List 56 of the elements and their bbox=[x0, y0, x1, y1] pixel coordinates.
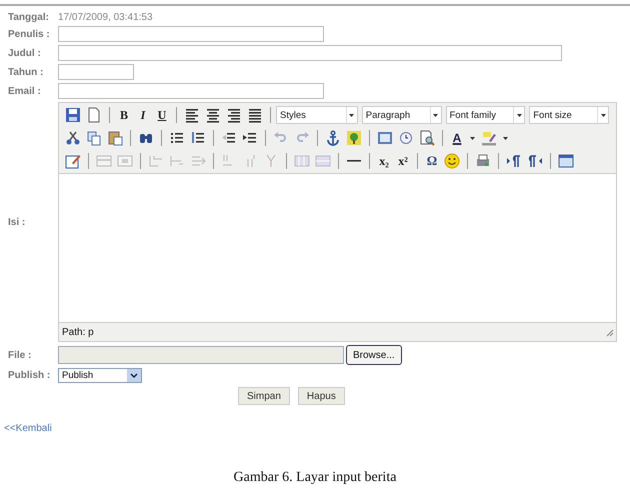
form-button[interactable]: Simpan bbox=[238, 387, 290, 405]
date-value: 17/07/2009, 03:41:53 bbox=[58, 12, 154, 23]
edit-icon[interactable] bbox=[65, 153, 81, 169]
form-button[interactable]: Hapus bbox=[298, 387, 345, 405]
numbered-list-icon[interactable] bbox=[190, 130, 206, 146]
smiley-icon[interactable] bbox=[444, 153, 460, 169]
field-label: Email : bbox=[8, 86, 42, 96]
field-label: Isi : bbox=[8, 216, 26, 228]
input-field[interactable] bbox=[58, 45, 562, 61]
field-label: Publish : bbox=[8, 370, 52, 381]
field-label: Judul : bbox=[8, 48, 42, 58]
printer-icon[interactable] bbox=[475, 153, 491, 169]
image-icon[interactable] bbox=[346, 130, 362, 146]
field-label: Tahun : bbox=[8, 66, 44, 78]
field-label: File : bbox=[8, 350, 32, 360]
save-icon[interactable] bbox=[65, 107, 81, 123]
input-field[interactable] bbox=[58, 64, 134, 80]
input-field[interactable] bbox=[58, 83, 324, 99]
bulleted-list-icon[interactable] bbox=[169, 130, 185, 146]
clock-icon[interactable] bbox=[398, 130, 414, 146]
format-button[interactable]: x₂ bbox=[375, 152, 393, 170]
format-button[interactable]: Ω bbox=[423, 152, 441, 170]
format-button[interactable]: U bbox=[153, 106, 171, 124]
align-left-icon[interactable] bbox=[184, 107, 200, 123]
right-to-left-icon[interactable] bbox=[527, 153, 543, 169]
scissors-icon[interactable] bbox=[65, 130, 81, 146]
dropdown[interactable]: Font family bbox=[446, 106, 526, 124]
figure-caption: Gambar 6. Layar input berita bbox=[232, 470, 398, 486]
format-button[interactable]: B bbox=[115, 106, 133, 124]
window-icon[interactable] bbox=[558, 153, 574, 169]
dropdown[interactable]: Paragraph bbox=[362, 106, 442, 124]
chevron-down-icon[interactable] bbox=[130, 372, 138, 378]
dropdown[interactable]: Font size bbox=[529, 106, 609, 124]
highlighter-icon[interactable] bbox=[481, 130, 497, 146]
preview-icon[interactable] bbox=[419, 130, 435, 146]
align-right-icon[interactable] bbox=[226, 107, 242, 123]
justify-icon[interactable] bbox=[247, 107, 263, 123]
field-label: Penulis : bbox=[8, 28, 51, 40]
format-button[interactable]: A bbox=[448, 129, 466, 147]
anchor-icon[interactable] bbox=[325, 130, 341, 146]
format-button[interactable]: x² bbox=[394, 152, 412, 170]
file-field[interactable] bbox=[58, 346, 344, 364]
path-text: Path: p bbox=[62, 326, 94, 338]
dropdown[interactable]: Styles bbox=[276, 106, 358, 124]
resize-grip-icon[interactable] bbox=[605, 328, 614, 336]
clipboard-icon[interactable] bbox=[107, 130, 123, 146]
field-label: Tanggal: bbox=[8, 12, 50, 23]
copy-icon[interactable] bbox=[86, 130, 102, 146]
publish-dropdown[interactable]: Publish bbox=[58, 368, 142, 383]
align-center-icon[interactable] bbox=[205, 107, 221, 123]
document-icon[interactable] bbox=[86, 107, 102, 123]
left-to-right-icon[interactable] bbox=[506, 153, 522, 169]
back-link[interactable]: <<Kembali bbox=[4, 423, 52, 434]
browse-button[interactable]: Browse... bbox=[346, 345, 402, 365]
input-field[interactable] bbox=[58, 26, 324, 42]
format-button[interactable]: I bbox=[134, 106, 152, 124]
